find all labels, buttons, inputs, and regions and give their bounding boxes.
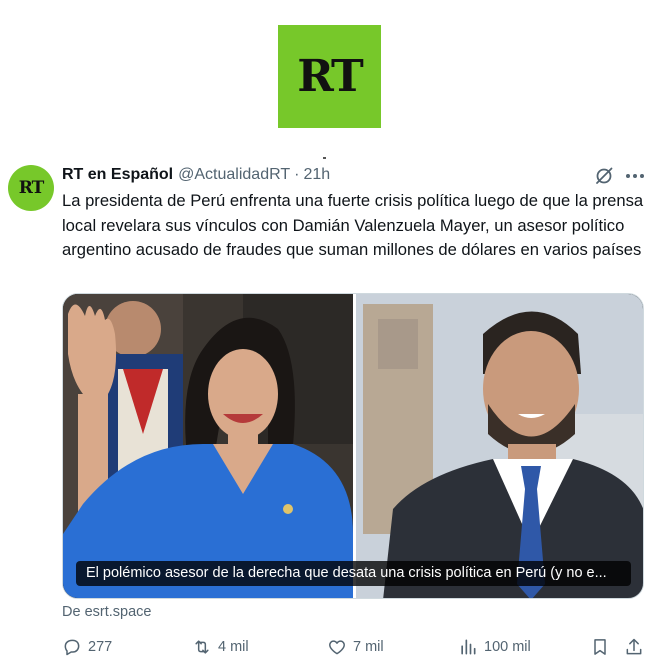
avatar[interactable]: RT	[8, 165, 54, 211]
header-separator: ·	[294, 166, 300, 183]
tweet-media[interactable]	[62, 293, 644, 599]
reply-button[interactable]: 277	[62, 634, 112, 660]
divider-dot	[323, 157, 326, 159]
reply-icon	[64, 639, 80, 656]
author-name[interactable]: RT en Español	[62, 166, 173, 184]
retweet-button[interactable]: 4 mil	[192, 634, 249, 660]
media-image	[63, 294, 643, 598]
more-icon[interactable]	[624, 166, 646, 186]
tweet-header: RT en Español @ActualidadRT · 21h	[62, 166, 330, 184]
reply-count: 277	[88, 639, 113, 655]
like-button[interactable]: 7 mil	[327, 634, 384, 660]
avatar-text: RT	[18, 178, 45, 198]
author-handle[interactable]: @ActualidadRT	[178, 166, 290, 184]
like-count: 7 mil	[353, 639, 384, 655]
tweet-time[interactable]: 21h	[303, 166, 330, 184]
retweet-icon	[195, 640, 209, 654]
tweet-text: La presidenta de Perú enfrenta una fuert…	[62, 191, 644, 259]
views-button[interactable]: 100 mil	[458, 634, 531, 660]
views-icon	[461, 639, 476, 655]
bookmark-button[interactable]	[590, 634, 610, 660]
action-bar: 277 4 mil 7 mil 100 mil	[62, 634, 647, 660]
share-icon	[626, 638, 642, 655]
heart-icon	[329, 640, 345, 655]
grok-icon[interactable]	[594, 166, 614, 186]
rt-logo-text: RT	[297, 51, 364, 102]
bookmark-icon	[594, 639, 606, 655]
views-count: 100 mil	[484, 639, 531, 655]
rt-logo: RT	[278, 25, 381, 128]
link-source[interactable]: De esrt.space	[62, 604, 151, 620]
retweet-count: 4 mil	[218, 639, 249, 655]
share-button[interactable]	[624, 634, 644, 660]
media-caption: El polémico asesor de la derecha que des…	[76, 561, 631, 586]
